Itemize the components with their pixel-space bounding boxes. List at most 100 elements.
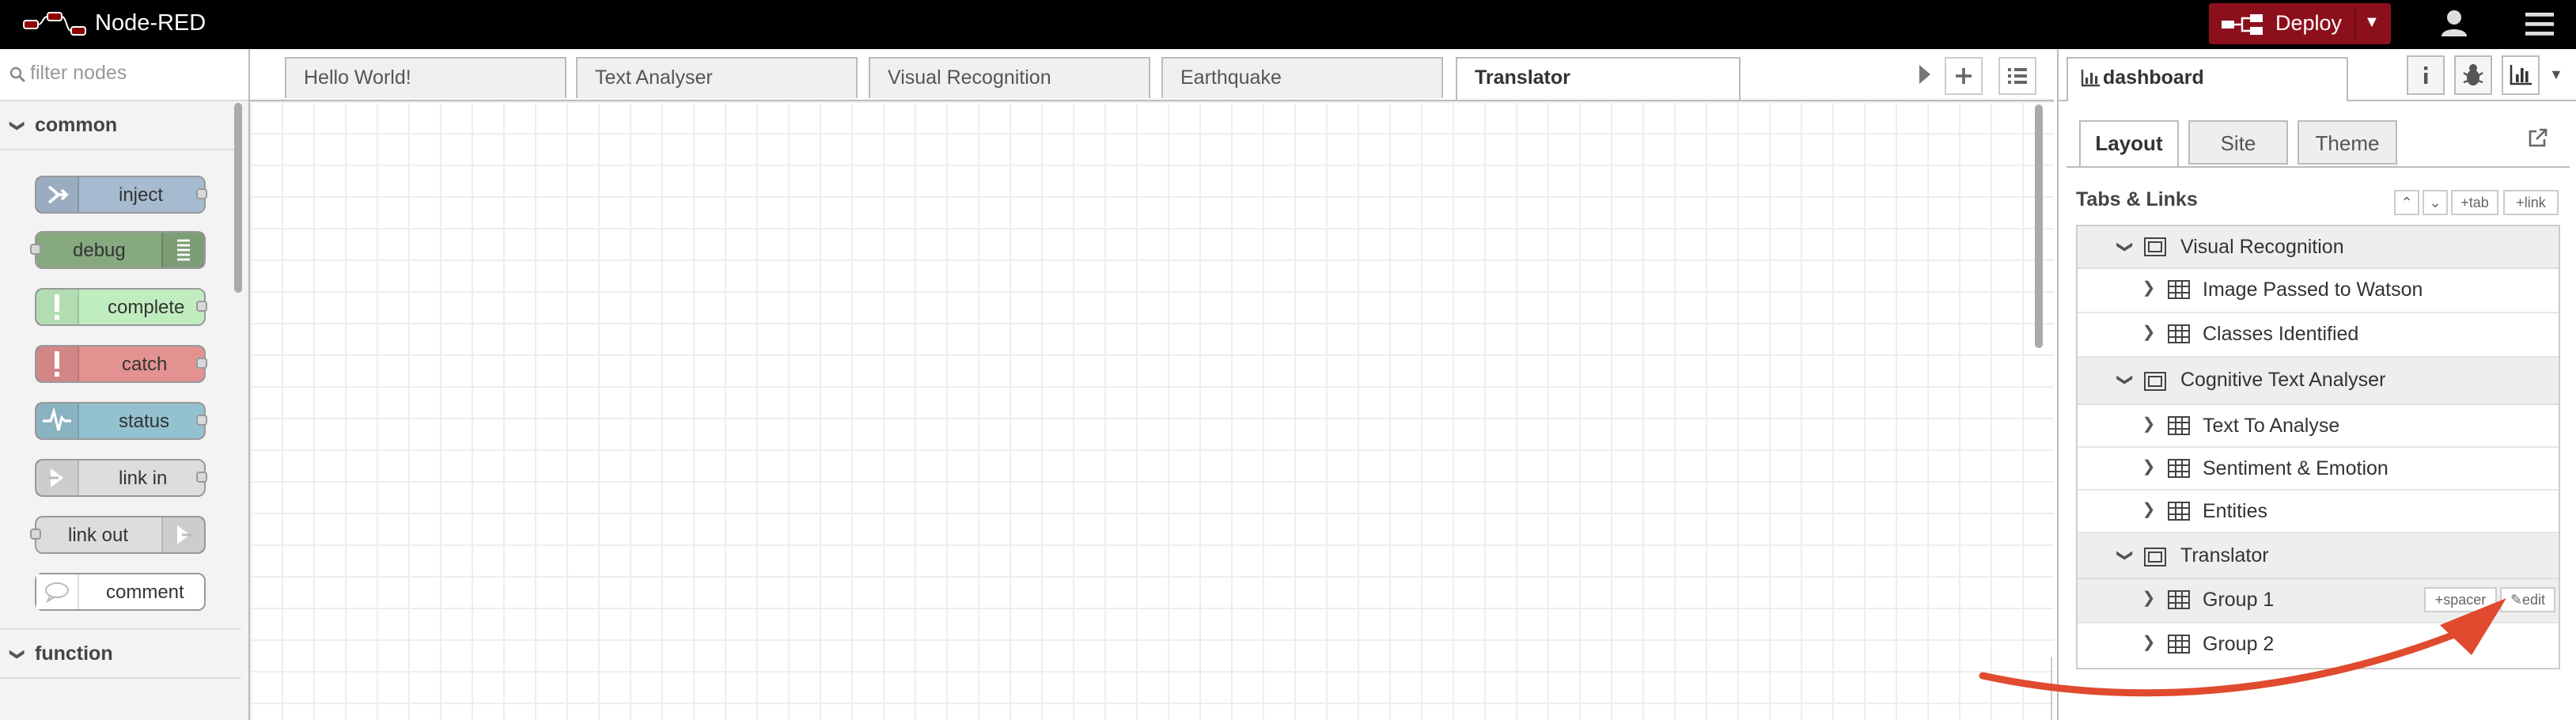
canvas-scrollbar[interactable] xyxy=(2035,104,2043,348)
chevron-down-icon[interactable]: ❯ xyxy=(2103,548,2144,563)
output-port xyxy=(196,415,207,426)
subtab-site[interactable]: Site xyxy=(2188,120,2288,165)
tree-group-label: Sentiment & Emotion xyxy=(2203,457,2388,479)
output-port xyxy=(196,472,207,483)
node-label: inject xyxy=(119,184,164,206)
sidebar-tab-debug[interactable] xyxy=(2454,55,2492,95)
plus-icon xyxy=(1956,68,1972,84)
tab-label: Hello World! xyxy=(304,66,411,89)
node-label: comment xyxy=(106,581,184,603)
user-icon[interactable] xyxy=(2437,6,2472,41)
chevron-right-icon[interactable]: ❯ xyxy=(2141,491,2157,532)
palette-node-link-in[interactable]: link in xyxy=(35,459,207,497)
tabs-links-title: Tabs & Links xyxy=(2076,188,2198,210)
table-icon xyxy=(2168,416,2190,435)
tree-group-row[interactable]: ❯ Entities xyxy=(2078,491,2559,533)
button-label: tab xyxy=(2468,195,2489,210)
chevron-right-icon[interactable]: ❯ xyxy=(2141,313,2157,354)
chevron-right-icon[interactable]: ❯ xyxy=(2141,405,2157,446)
tree-group-label: Text To Analyse xyxy=(2203,415,2340,437)
collapse-all-button[interactable]: ⌃ xyxy=(2394,190,2419,215)
sidebar-tab-dashboard[interactable]: dashboard xyxy=(2066,57,2348,101)
tree-tab-row[interactable]: ❯ Translator xyxy=(2078,533,2559,579)
palette-node-link-out[interactable]: link out xyxy=(30,516,206,554)
app-title: Node-RED xyxy=(95,11,206,36)
add-link-button[interactable]: +link xyxy=(2503,190,2559,215)
tab-label: Text Analyser xyxy=(595,66,713,89)
subtab-theme[interactable]: Theme xyxy=(2298,120,2397,165)
tab-visual-recognition[interactable]: Visual Recognition xyxy=(869,57,1150,98)
dashboard-tab-icon xyxy=(2144,548,2166,567)
chevron-right-icon[interactable]: ❯ xyxy=(2141,269,2157,310)
link-icon xyxy=(36,460,79,495)
list-flows-button[interactable] xyxy=(1998,57,2036,95)
search-input[interactable]: filter nodes xyxy=(30,62,127,85)
deploy-dropdown-icon[interactable]: ▼ xyxy=(2364,11,2380,36)
list-icon xyxy=(2008,68,2027,84)
subtab-label: Site xyxy=(2220,131,2256,155)
sidebar-tab-dashboard-icon[interactable] xyxy=(2502,55,2540,95)
palette-node-complete[interactable]: complete xyxy=(35,288,207,326)
add-flow-button[interactable] xyxy=(1945,57,1983,95)
flow-canvas[interactable] xyxy=(250,101,2054,720)
add-tab-button[interactable]: +tab xyxy=(2451,190,2498,215)
chevron-down-icon: ❯ xyxy=(9,648,26,661)
external-link-icon[interactable] xyxy=(2527,127,2549,149)
tab-label: Visual Recognition xyxy=(888,66,1051,89)
palette-node-debug[interactable]: debug xyxy=(30,231,206,269)
output-port xyxy=(196,358,207,369)
table-icon xyxy=(2168,324,2190,343)
node-label: debug xyxy=(73,239,126,261)
exclamation-icon xyxy=(36,290,79,324)
tree-tab-row[interactable]: ❯ Cognitive Text Analyser xyxy=(2078,358,2559,405)
sidebar-menu-caret-icon[interactable]: ▼ xyxy=(2549,66,2563,82)
palette-scrollbar[interactable] xyxy=(234,103,242,293)
tab-label: Translator xyxy=(1475,66,1570,89)
palette-category-common[interactable]: ❯ common xyxy=(0,101,241,150)
sidebar-tab-bar: dashboard ▼ xyxy=(2059,49,2576,101)
button-label: link xyxy=(2524,195,2546,210)
output-port xyxy=(196,188,207,199)
palette-category-function[interactable]: ❯ function xyxy=(0,628,241,679)
tree-group-row[interactable]: ❯ Classes Identified xyxy=(2078,313,2559,358)
bug-icon xyxy=(2463,64,2483,85)
node-label: complete xyxy=(108,296,185,318)
tree-group-label: Entities xyxy=(2203,500,2267,522)
pulse-icon xyxy=(36,404,79,438)
tree-tab-row[interactable]: ❯ Visual Recognition xyxy=(2078,226,2559,269)
tab-earthquake[interactable]: Earthquake xyxy=(1161,57,1443,98)
expand-all-button[interactable]: ⌄ xyxy=(2423,190,2448,215)
tree-group-label: Image Passed to Watson xyxy=(2203,279,2423,301)
subtab-label: Theme xyxy=(2315,131,2380,155)
node-label: catch xyxy=(122,353,168,375)
chevron-right-icon[interactable]: ❯ xyxy=(2141,448,2157,489)
tab-translator[interactable]: Translator xyxy=(1456,57,1741,100)
chevron-down-icon[interactable]: ❯ xyxy=(2103,372,2144,388)
inject-icon xyxy=(36,177,79,212)
tab-hello-world[interactable]: Hello World! xyxy=(285,57,566,98)
search-icon xyxy=(9,66,25,82)
table-icon xyxy=(2168,459,2190,478)
palette-node-status[interactable]: status xyxy=(35,402,207,440)
tree-group-row[interactable]: ❯ Image Passed to Watson xyxy=(2078,269,2559,313)
tree-group-row[interactable]: ❯ Sentiment & Emotion xyxy=(2078,448,2559,491)
scroll-tabs-right-icon[interactable] xyxy=(1916,63,1932,85)
deploy-button[interactable]: Deploy ▼ xyxy=(2209,3,2391,44)
deploy-separator xyxy=(2354,8,2356,40)
palette-node-catch[interactable]: catch xyxy=(35,345,207,383)
node-palette: filter nodes ❯ common inject debug compl… xyxy=(0,49,250,720)
subtab-layout[interactable]: Layout xyxy=(2079,120,2179,168)
chevron-down-icon[interactable]: ❯ xyxy=(2103,239,2144,255)
subtab-label: Layout xyxy=(2095,131,2163,155)
workspace-tab-bar: Hello World! Text Analyser Visual Recogn… xyxy=(250,49,2054,101)
palette-node-comment[interactable]: comment xyxy=(35,573,206,611)
annotation-arrow-icon xyxy=(1979,598,2506,697)
main-menu-icon[interactable] xyxy=(2522,8,2557,40)
tree-group-row[interactable]: ❯ Text To Analyse xyxy=(2078,405,2559,448)
palette-node-inject[interactable]: inject xyxy=(35,176,207,214)
tab-text-analyser[interactable]: Text Analyser xyxy=(576,57,858,98)
node-label: link in xyxy=(119,467,168,489)
info-icon xyxy=(2424,66,2428,84)
palette-search[interactable]: filter nodes xyxy=(0,49,248,101)
sidebar-tab-info[interactable] xyxy=(2407,55,2445,95)
